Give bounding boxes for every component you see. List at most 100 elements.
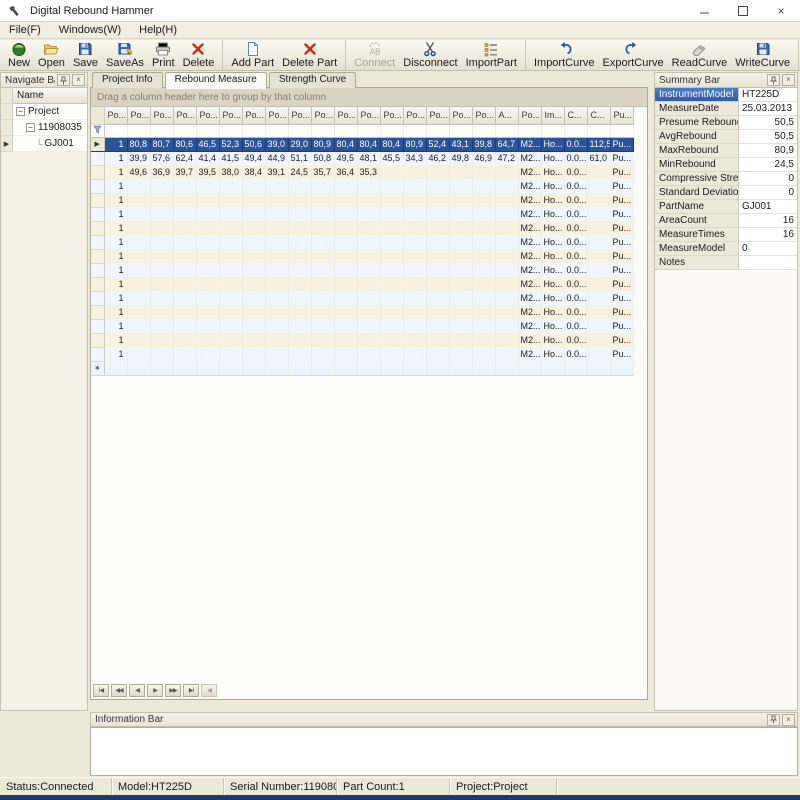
grid-cell[interactable] — [219, 207, 242, 221]
grid-cell[interactable] — [587, 235, 610, 249]
grid-cell[interactable] — [587, 249, 610, 263]
grid-cell[interactable]: 29,0 — [288, 137, 311, 151]
grid-cell[interactable]: 0.0... — [564, 151, 587, 165]
grid-cell[interactable] — [173, 277, 196, 291]
grid-cell[interactable]: Ho... — [541, 151, 564, 165]
grid-cell[interactable] — [127, 263, 150, 277]
column-header-3[interactable]: Po... — [150, 107, 173, 124]
grid-cell[interactable]: 39,1 — [265, 165, 288, 179]
grid-cell[interactable]: Ho... — [541, 305, 564, 319]
grid-cell[interactable] — [426, 193, 449, 207]
summary-value[interactable]: GJ001 — [739, 200, 797, 214]
pin-icon[interactable] — [767, 714, 780, 726]
grid-cell[interactable] — [242, 249, 265, 263]
grid-cell[interactable]: M2... — [518, 347, 541, 361]
row-indicator[interactable] — [91, 165, 104, 179]
grid-cell[interactable] — [380, 235, 403, 249]
grid-cell[interactable] — [127, 333, 150, 347]
grid-cell[interactable] — [380, 179, 403, 193]
information-text-area[interactable] — [90, 727, 798, 776]
grid-cell[interactable] — [311, 319, 334, 333]
grid-cell[interactable] — [357, 235, 380, 249]
filter-cell[interactable] — [311, 124, 334, 137]
grid-cell[interactable] — [495, 333, 518, 347]
grid-cell[interactable] — [495, 305, 518, 319]
grid-cell[interactable]: 1 — [104, 333, 127, 347]
column-header-20[interactable]: Im... — [541, 107, 564, 124]
grid-cell[interactable] — [311, 333, 334, 347]
grid-cell[interactable] — [426, 221, 449, 235]
grid-cell-empty[interactable] — [334, 361, 357, 375]
column-header-23[interactable]: Pu... — [610, 107, 633, 124]
hscroll-left-button[interactable]: ◀ — [201, 684, 217, 697]
tab-project-info[interactable]: Project Info — [92, 72, 163, 88]
disconnect-button[interactable]: Disconnect — [399, 40, 461, 70]
grid-cell[interactable]: 34,3 — [403, 151, 426, 165]
new-button[interactable]: New — [4, 40, 34, 70]
grid-cell[interactable]: 38,4 — [242, 165, 265, 179]
grid-cell[interactable] — [334, 277, 357, 291]
grid-cell[interactable] — [127, 221, 150, 235]
grid-cell[interactable]: 80,4 — [357, 137, 380, 151]
grid-cell[interactable] — [403, 165, 426, 179]
close-icon[interactable]: × — [72, 74, 85, 86]
grid-cell-empty[interactable] — [242, 361, 265, 375]
grid-cell-empty[interactable] — [265, 361, 288, 375]
grid-cell[interactable]: M2... — [518, 207, 541, 221]
grid-cell[interactable] — [380, 319, 403, 333]
grid-cell[interactable] — [242, 305, 265, 319]
grid-cell[interactable] — [495, 347, 518, 361]
grid-cell[interactable] — [449, 207, 472, 221]
grid-cell[interactable] — [150, 221, 173, 235]
grid-cell[interactable]: 46,9 — [472, 151, 495, 165]
grid-cell[interactable] — [587, 305, 610, 319]
column-header-14[interactable]: Po... — [403, 107, 426, 124]
grid-cell[interactable] — [426, 207, 449, 221]
grid-cell[interactable] — [127, 277, 150, 291]
grid-cell[interactable] — [265, 235, 288, 249]
grid-cell[interactable]: 49,6 — [127, 165, 150, 179]
filter-cell[interactable] — [150, 124, 173, 137]
grid-cell[interactable] — [288, 305, 311, 319]
grid-cell[interactable]: 36,9 — [150, 165, 173, 179]
grid-cell[interactable]: 61,0 — [587, 151, 610, 165]
grid-cell[interactable] — [173, 305, 196, 319]
grid-cell[interactable] — [495, 179, 518, 193]
grid-cell[interactable] — [173, 263, 196, 277]
grid-cell[interactable]: 80,6 — [173, 137, 196, 151]
grid-cell[interactable]: Ho... — [541, 235, 564, 249]
grid-cell[interactable]: 50,8 — [311, 151, 334, 165]
grid-cell[interactable]: M2... — [518, 333, 541, 347]
grid-cell[interactable] — [173, 179, 196, 193]
grid-cell[interactable] — [380, 193, 403, 207]
grid-cell[interactable]: Pu... — [610, 235, 633, 249]
grid-cell[interactable] — [173, 207, 196, 221]
maximize-button[interactable] — [724, 0, 762, 21]
grid-cell[interactable]: Ho... — [541, 165, 564, 179]
tree-item-11908035[interactable]: −11908035 — [1, 120, 87, 136]
grid-cell[interactable]: M2... — [518, 249, 541, 263]
grid-cell[interactable] — [334, 235, 357, 249]
grid-cell[interactable] — [196, 291, 219, 305]
grid-cell[interactable] — [403, 305, 426, 319]
grid-cell[interactable] — [311, 305, 334, 319]
grid-cell[interactable] — [196, 235, 219, 249]
grid-cell[interactable] — [403, 207, 426, 221]
grid-cell-empty[interactable] — [196, 361, 219, 375]
grid-cell[interactable]: M2... — [518, 221, 541, 235]
grid-cell[interactable] — [495, 221, 518, 235]
grid-cell[interactable]: Ho... — [541, 207, 564, 221]
grid-cell[interactable] — [587, 179, 610, 193]
grid-cell[interactable] — [242, 179, 265, 193]
column-header-19[interactable]: Po... — [518, 107, 541, 124]
filter-cell[interactable] — [173, 124, 196, 137]
filter-cell[interactable] — [564, 124, 587, 137]
grid-cell[interactable] — [449, 263, 472, 277]
grid-cell[interactable] — [426, 165, 449, 179]
grid-cell[interactable] — [587, 263, 610, 277]
grid-cell[interactable] — [150, 291, 173, 305]
summary-value[interactable]: 16 — [739, 228, 797, 242]
grid-cell[interactable] — [265, 207, 288, 221]
grid-cell[interactable]: Pu... — [610, 277, 633, 291]
grid-cell[interactable]: M2... — [518, 235, 541, 249]
